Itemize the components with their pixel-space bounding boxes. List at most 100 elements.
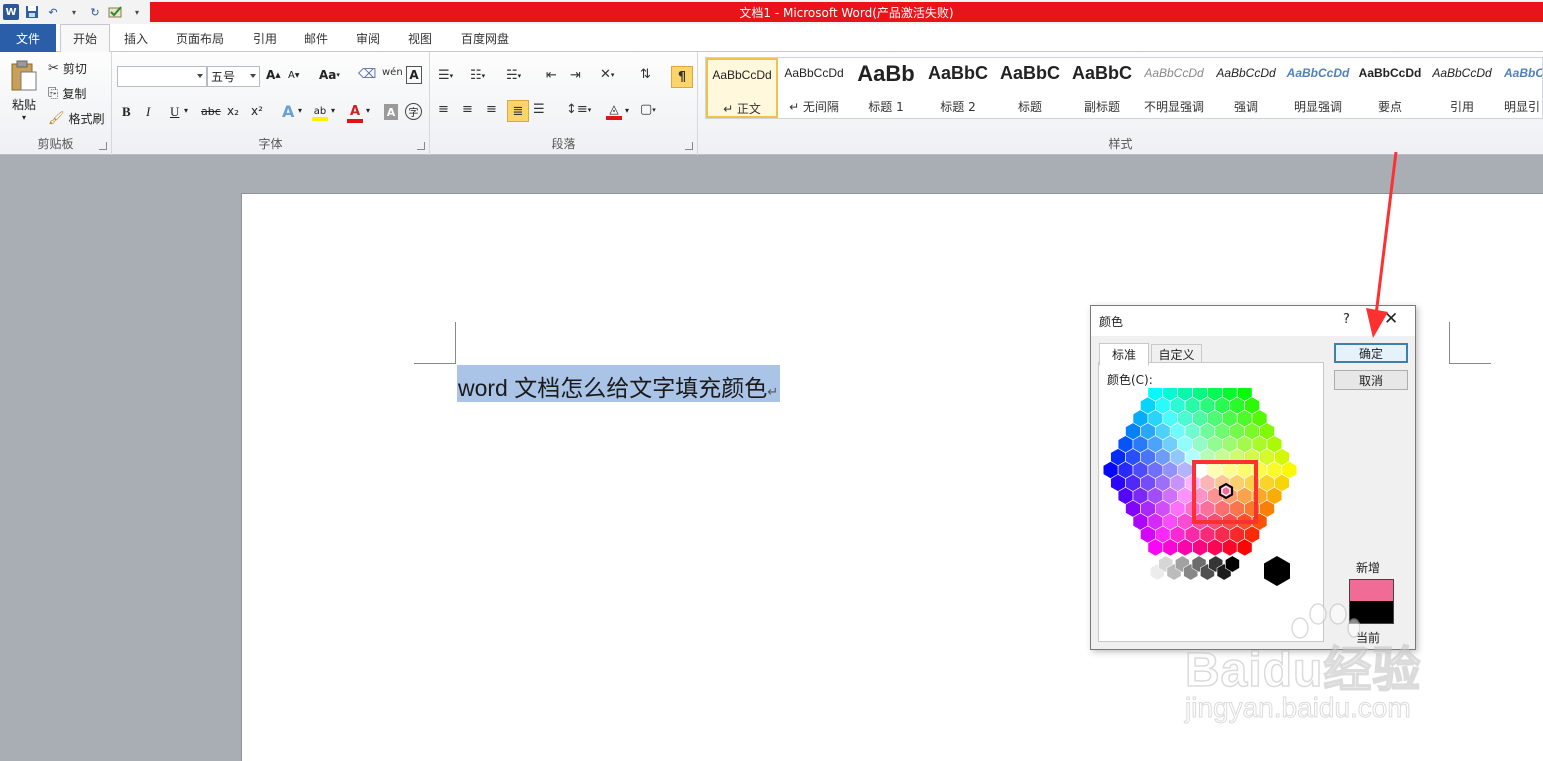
increase-indent-icon[interactable]: ⇥ (570, 68, 581, 83)
tab-insert[interactable]: 插入 (113, 24, 159, 52)
paste-dropdown-icon: ▾ (21, 113, 26, 122)
color-hexagon-picker[interactable] (1099, 388, 1323, 628)
font-launcher-icon[interactable] (417, 142, 425, 150)
italic-button[interactable]: I (146, 104, 150, 120)
chinese-layout-icon[interactable]: ✕ ▾ (600, 67, 614, 82)
cut-label: 剪切 (62, 61, 87, 76)
colors-label: 颜色(C): (1107, 373, 1153, 387)
multilevel-list-icon[interactable]: ☵ ▾ (506, 68, 521, 83)
dialog-title: 颜色 (1099, 315, 1124, 329)
strikethrough-button[interactable]: abc (201, 105, 221, 118)
align-center-icon[interactable]: ≡ (462, 102, 473, 117)
page-corner-mark-left (414, 322, 456, 364)
paragraph-mark: ↵ (767, 384, 779, 399)
clipboard-group: 粘贴 ▾ ✂ 剪切 ⎘ 复制 🖌 格式刷 剪贴板 (0, 52, 112, 155)
font-size-combo[interactable]: 五号 (207, 66, 260, 87)
char-shading-icon[interactable]: A (384, 104, 398, 120)
shading-icon[interactable]: ◬ (605, 100, 623, 122)
align-left-icon[interactable]: ≡ (438, 102, 449, 117)
underline-dropdown-icon[interactable]: ▾ (184, 106, 188, 115)
font-size-value: 五号 (211, 70, 236, 84)
bold-button[interactable]: B (122, 104, 131, 120)
paragraph-launcher-icon[interactable] (685, 142, 693, 150)
cut-button[interactable]: ✂ 剪切 (48, 58, 87, 78)
tab-review[interactable]: 审阅 (347, 24, 389, 52)
tab-mailings[interactable]: 邮件 (295, 24, 337, 52)
subscript-button[interactable]: x₂ (227, 104, 239, 118)
scissors-icon: ✂ (48, 60, 59, 76)
ribbon: 粘贴 ▾ ✂ 剪切 ⎘ 复制 🖌 格式刷 剪贴板 五号 A ▲ A ▼ Aa ▾ ⌫ … (0, 52, 1543, 155)
text-effects-dropdown-icon[interactable]: ▾ (298, 106, 302, 115)
styles-group: 样式 (698, 52, 1543, 155)
window-title: 文档1 - Microsoft Word(产品激活失败) (150, 2, 1543, 22)
brush-icon: 🖌 (48, 110, 65, 126)
spell-check-icon[interactable] (108, 4, 124, 20)
customize-qat-icon[interactable]: ▾ (129, 4, 145, 20)
character-border-icon[interactable]: A (406, 66, 422, 84)
sort-icon[interactable]: ⇅ (640, 67, 651, 82)
paragraph-group: ☰ ▾ ☷ ▾ ☵ ▾ ⇤ ⇥ ✕ ▾ ⇅ ¶ ≡ ≡ ≡ ≣ ☰ ↕≡ ▾ ◬ ▾ ▢ ▾… (430, 52, 698, 155)
justify-icon[interactable]: ≣ (507, 100, 529, 122)
tab-home[interactable]: 开始 (60, 24, 110, 53)
shrink-font-button[interactable]: A ▼ (288, 70, 299, 81)
shading-dropdown-icon[interactable]: ▾ (625, 106, 629, 115)
annotation-arrow (1366, 151, 1398, 338)
page-corner-mark-right (1449, 322, 1491, 364)
font-group-label: 字体 (258, 137, 283, 151)
clear-formatting-icon[interactable]: ⌫ (358, 67, 376, 82)
show-marks-icon[interactable]: ¶ (671, 66, 693, 88)
phonetic-guide-icon[interactable]: wén (382, 67, 403, 78)
tab-references[interactable]: 引用 (244, 24, 286, 52)
highlight-icon[interactable]: ab (311, 102, 329, 124)
quick-access-toolbar: W ↶ ▾ ↻ ▾ ▾ (0, 0, 166, 24)
tab-standard[interactable]: 标准 (1099, 343, 1149, 366)
tab-baidu-netdisk[interactable]: 百度网盘 (452, 24, 518, 52)
title-bar: W ↶ ▾ ↻ ▾ ▾ 文档1 - Microsoft Word(产品激活失败) (0, 0, 1543, 24)
highlight-dropdown-icon[interactable]: ▾ (331, 106, 335, 115)
tab-page-layout[interactable]: 页面布局 (166, 24, 234, 52)
paste-label: 粘贴 (11, 98, 36, 112)
distributed-icon[interactable]: ☰ (533, 102, 545, 117)
align-right-icon[interactable]: ≡ (486, 102, 497, 117)
copy-icon: ⎘ (48, 85, 59, 101)
undo-icon[interactable]: ↶ (45, 4, 61, 20)
ok-button[interactable]: 确定 (1334, 343, 1408, 363)
format-painter-button[interactable]: 🖌 格式刷 (48, 108, 105, 128)
clipboard-launcher-icon[interactable] (99, 142, 107, 150)
help-icon[interactable]: ? (1343, 312, 1350, 327)
grow-font-button[interactable]: A ▲ (266, 68, 281, 82)
word-app-icon[interactable]: W (3, 4, 19, 20)
superscript-button[interactable]: x² (251, 104, 263, 118)
text-effects-icon[interactable]: A (282, 102, 294, 121)
current-color-label: 当前 (1356, 631, 1381, 645)
tab-file[interactable]: 文件 (0, 24, 56, 52)
borders-icon[interactable]: ▢ ▾ (640, 102, 656, 117)
font-name-combo[interactable] (117, 66, 207, 87)
paragraph-group-label: 段落 (551, 137, 576, 151)
font-color-dropdown-icon[interactable]: ▾ (366, 106, 370, 115)
new-color-swatch (1349, 579, 1394, 601)
new-color-label: 新增 (1356, 561, 1381, 575)
change-case-button[interactable]: Aa ▾ (319, 68, 340, 82)
colors-dialog: 颜色 ? ✕ 标准 自定义 颜色(C): 确定 取消 新增 当前 (1090, 305, 1416, 650)
tab-view[interactable]: 视图 (399, 24, 441, 52)
undo-dropdown-icon[interactable]: ▾ (66, 4, 82, 20)
enclose-char-icon[interactable]: 字 (405, 103, 422, 120)
cancel-button[interactable]: 取消 (1334, 370, 1408, 390)
bullets-icon[interactable]: ☰ ▾ (438, 68, 453, 83)
font-color-icon[interactable]: A (347, 102, 363, 124)
save-icon[interactable] (24, 4, 40, 20)
format-painter-label: 格式刷 (68, 111, 105, 126)
paste-button[interactable]: 粘贴 ▾ (5, 56, 43, 126)
document-text[interactable]: word 文档怎么给文字填充颜色↵ (457, 365, 781, 402)
chevron-down-icon (250, 74, 256, 78)
chevron-down-icon (197, 74, 203, 78)
decrease-indent-icon[interactable]: ⇤ (546, 68, 557, 83)
copy-button[interactable]: ⎘ 复制 (48, 83, 86, 103)
underline-button[interactable]: U (170, 104, 179, 120)
current-color-swatch (1349, 601, 1394, 624)
numbering-icon[interactable]: ☷ ▾ (470, 68, 485, 83)
black-hex-cell[interactable] (1264, 556, 1290, 586)
redo-icon[interactable]: ↻ (87, 4, 103, 20)
line-spacing-icon[interactable]: ↕≡ ▾ (566, 102, 591, 117)
